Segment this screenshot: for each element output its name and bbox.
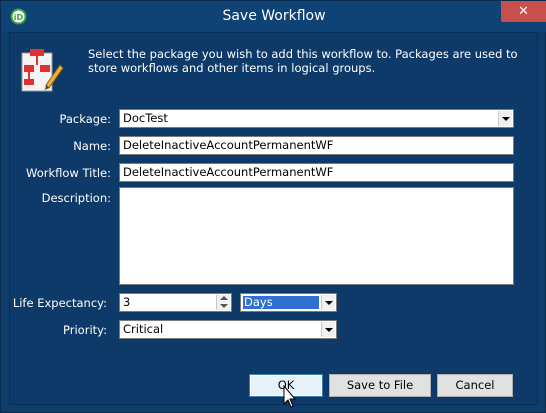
package-workflow-icon xyxy=(21,49,64,92)
chevron-down-icon[interactable] xyxy=(321,322,335,337)
title-bar[interactable]: iD Save Workflow ✕ xyxy=(1,1,546,32)
name-input[interactable]: DeleteInactiveAccountPermanentWF xyxy=(119,136,514,155)
package-label: Package: xyxy=(59,112,111,126)
life-expectancy-unit-select[interactable]: Days xyxy=(240,293,337,312)
chevron-down-icon[interactable] xyxy=(498,111,512,126)
life-expectancy-value: 3 xyxy=(123,295,131,309)
instruction-text: Select the package you wish to add this … xyxy=(88,47,518,75)
workflow-title-label: Workflow Title: xyxy=(26,166,111,180)
life-expectancy-spinner[interactable]: 3 xyxy=(119,293,232,312)
window-title: Save Workflow xyxy=(222,8,326,24)
description-textarea[interactable] xyxy=(119,187,514,285)
package-value: DocTest xyxy=(123,111,168,125)
priority-value: Critical xyxy=(123,322,164,336)
description-label: Description: xyxy=(41,191,111,205)
cancel-button[interactable]: Cancel xyxy=(437,374,513,397)
save-workflow-dialog: iD Save Workflow ✕ Select the package yo… xyxy=(0,0,546,413)
close-button[interactable]: ✕ xyxy=(501,1,546,22)
priority-label: Priority: xyxy=(63,323,107,337)
save-to-file-button[interactable]: Save to File xyxy=(329,374,431,397)
life-expectancy-label: Life Expectancy: xyxy=(12,296,107,310)
spinner-arrows-icon[interactable] xyxy=(216,295,230,310)
workflow-title-input[interactable]: DeleteInactiveAccountPermanentWF xyxy=(119,163,514,182)
life-expectancy-unit-value: Days xyxy=(243,296,319,309)
chevron-down-icon[interactable] xyxy=(321,295,335,310)
package-select[interactable]: DocTest xyxy=(119,109,514,128)
name-label: Name: xyxy=(73,139,111,153)
priority-select[interactable]: Critical xyxy=(119,320,337,339)
mouse-cursor-icon xyxy=(283,385,297,408)
